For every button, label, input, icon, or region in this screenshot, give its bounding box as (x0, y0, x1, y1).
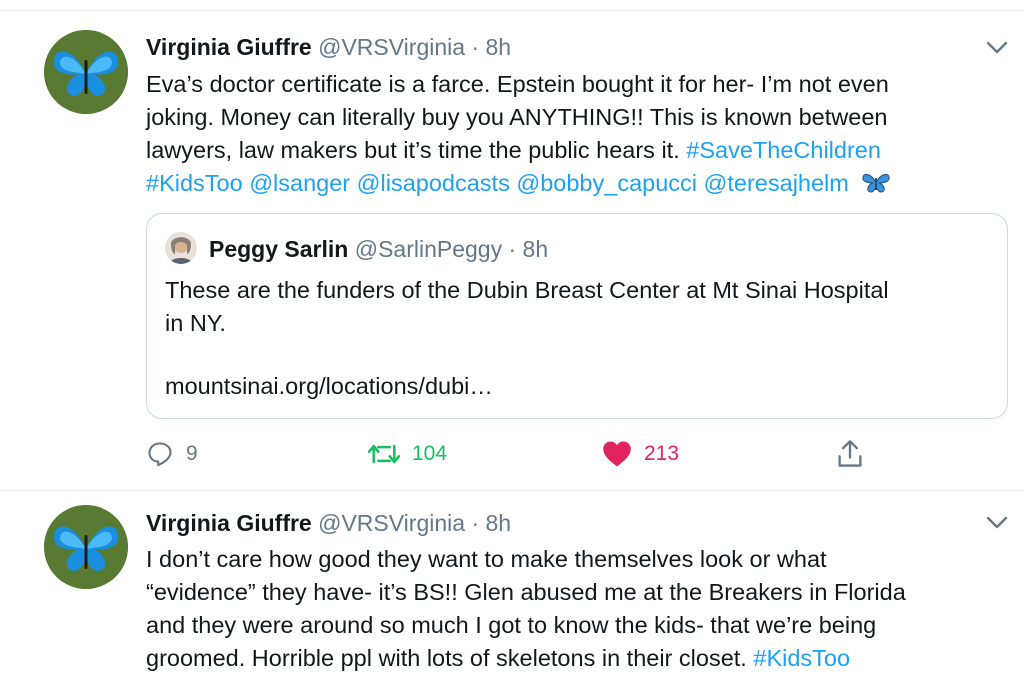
text-span: joking. Money can literally buy you ANYT… (146, 104, 888, 130)
tweet-2[interactable]: Virginia Giuffre @VRSVirginia · 8h I don… (0, 491, 1024, 671)
retweet-button[interactable]: 104 (368, 437, 447, 471)
tweet-header: Virginia Giuffre @VRSVirginia · 8h (146, 508, 511, 538)
text-span: lawyers, law makers but it’s time the pu… (146, 137, 687, 163)
quote-author-name[interactable]: Peggy Sarlin (209, 236, 348, 262)
quote-text-line: in NY. (165, 310, 226, 336)
like-count: 213 (644, 442, 680, 465)
butterfly-emoji-icon (861, 171, 891, 204)
share-button[interactable] (836, 437, 876, 471)
hashtag-link[interactable]: #SaveTheChildren (686, 137, 881, 163)
heart-icon (603, 441, 631, 467)
author-avatar[interactable] (44, 30, 128, 114)
reply-count: 9 (186, 442, 198, 465)
quote-author-handle[interactable]: @SarlinPeggy (355, 236, 502, 262)
quote-text: These are the funders of the Dubin Breas… (165, 274, 985, 340)
text-line: and they were around so much I got to kn… (146, 609, 1006, 642)
text-line: Eva’s doctor certificate is a farce. Eps… (146, 68, 1006, 101)
text-span: groomed. Horrible ppl with lots of skele… (146, 645, 754, 671)
reply-icon (148, 442, 172, 467)
chevron-down-icon[interactable] (986, 41, 1008, 55)
mention-links[interactable]: #KidsToo @lsanger @lisapodcasts @bobby_c… (146, 170, 849, 196)
quote-header: Peggy Sarlin @SarlinPeggy · 8h (209, 234, 548, 264)
quote-url[interactable]: mountsinai.org/locations/dubi… (165, 370, 493, 403)
text-span: and they were around so much I got to kn… (146, 612, 877, 638)
tweet-time[interactable]: · 8h (471, 34, 511, 60)
quote-author-avatar[interactable] (165, 232, 197, 264)
text-line: I don’t care how good they want to make … (146, 543, 1006, 576)
author-handle[interactable]: @VRSVirginia (318, 34, 465, 60)
like-button[interactable]: 213 (602, 437, 679, 471)
text-line: joking. Money can literally buy you ANYT… (146, 101, 1006, 134)
text-line: #KidsToo @lsanger @lisapodcasts @bobby_c… (146, 167, 1006, 204)
quote-text-line: These are the funders of the Dubin Breas… (165, 277, 889, 303)
author-avatar[interactable] (44, 505, 128, 589)
text-line: “evidence” they have- it’s BS!! Glen abu… (146, 576, 1006, 609)
text-line: groomed. Horrible ppl with lots of skele… (146, 642, 1006, 675)
text-span: I don’t care how good they want to make … (146, 546, 827, 572)
tweet-text: Eva’s doctor certificate is a farce. Eps… (146, 68, 1006, 204)
chevron-down-icon[interactable] (986, 516, 1008, 530)
quote-time: · 8h (508, 236, 549, 262)
tweet-text: I don’t care how good they want to make … (146, 543, 1006, 675)
tweet-time[interactable]: · 8h (471, 510, 511, 536)
quoted-tweet[interactable]: Peggy Sarlin @SarlinPeggy · 8h These are… (146, 213, 1008, 419)
text-span: “evidence” they have- it’s BS!! Glen abu… (146, 579, 906, 605)
reply-button[interactable]: 9 (146, 437, 198, 471)
text-line: lawyers, law makers but it’s time the pu… (146, 134, 1006, 167)
author-name[interactable]: Virginia Giuffre (146, 34, 312, 60)
retweet-count: 104 (412, 442, 448, 465)
author-name[interactable]: Virginia Giuffre (146, 510, 312, 536)
text-span: Eva’s doctor certificate is a farce. Eps… (146, 71, 889, 97)
tweet-header: Virginia Giuffre @VRSVirginia · 8h (146, 32, 511, 62)
tweet-actions: 9 104 213 (0, 437, 1024, 471)
retweet-icon (368, 444, 400, 464)
author-handle[interactable]: @VRSVirginia (318, 510, 465, 536)
tweet-1[interactable]: Virginia Giuffre @VRSVirginia · 8h Eva’s… (0, 0, 1024, 490)
share-icon (838, 440, 862, 467)
hashtag-link[interactable]: #KidsToo (753, 645, 850, 671)
